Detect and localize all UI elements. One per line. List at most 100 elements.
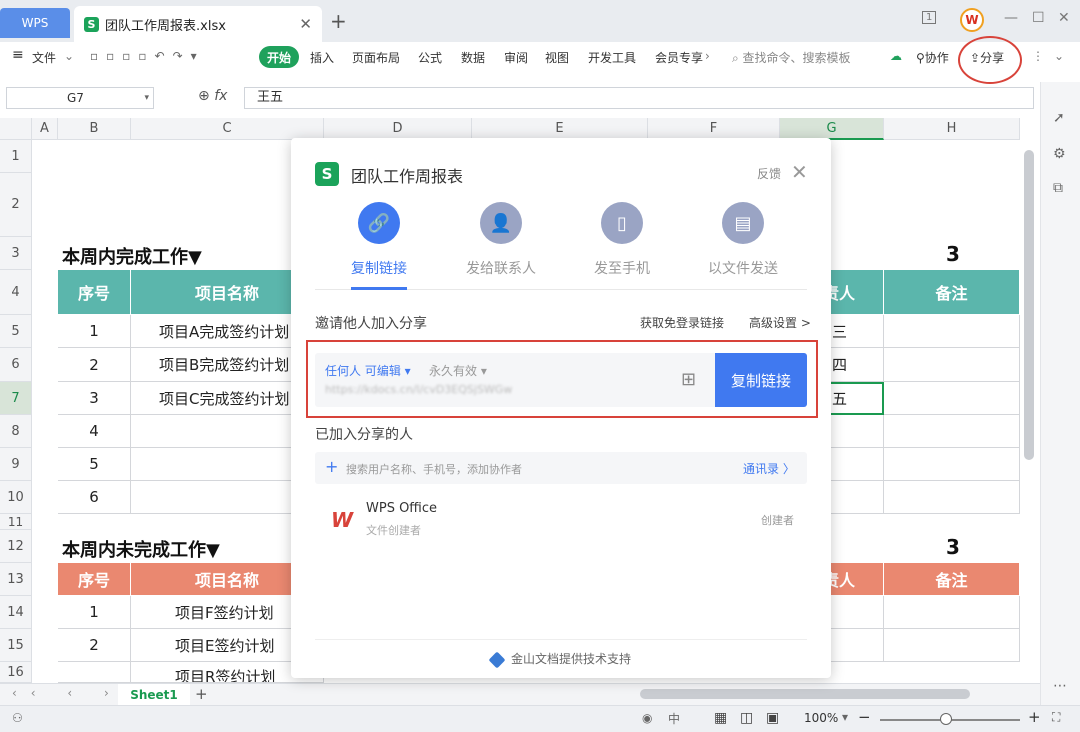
formula-input[interactable]: 王五 — [244, 87, 1034, 109]
quick-access-icons[interactable]: ▫▫▫▫↶↷▾ — [90, 49, 205, 63]
zoom-out-button[interactable]: − — [858, 708, 871, 726]
eye-protect-icon[interactable]: ◉ — [642, 711, 652, 725]
col-header-a[interactable]: A — [32, 118, 58, 140]
row-header[interactable]: 1 — [0, 140, 32, 173]
row-header[interactable]: 3 — [0, 237, 32, 270]
row-header[interactable]: 12 — [0, 530, 32, 563]
fullscreen-icon[interactable]: ⛶ — [1052, 710, 1060, 725]
zoom-slider-handle[interactable] — [940, 713, 952, 725]
row-header[interactable]: 4 — [0, 270, 32, 315]
add-sheet-button[interactable]: + — [195, 685, 208, 703]
tab-formulas[interactable]: 公式 — [418, 49, 442, 66]
row-header[interactable]: 10 — [0, 481, 32, 514]
command-search[interactable]: ⌕ 查找命令、搜索模板 — [732, 49, 851, 66]
share-url[interactable]: https://kdocs.cn/l/cvD3EQSjSWGw — [325, 383, 512, 396]
macro-icon[interactable]: ⚇ — [12, 711, 23, 725]
ribbon-more-icon[interactable]: › — [705, 49, 710, 63]
row-header[interactable]: 15 — [0, 629, 32, 662]
close-tab-icon[interactable]: ✕ — [299, 15, 312, 33]
table-cell[interactable]: 2 — [58, 629, 131, 662]
minimize-button[interactable]: — — [1004, 10, 1018, 26]
input-method-icon[interactable]: 中 — [668, 710, 680, 727]
row-header[interactable]: 14 — [0, 596, 32, 629]
chevron-down-icon[interactable]: ⌄ — [64, 49, 74, 63]
table-cell[interactable]: 5 — [58, 448, 131, 481]
tab-home[interactable]: 开始 — [259, 46, 299, 68]
reading-view-icon[interactable]: ▣ — [766, 710, 779, 726]
chevron-down-icon[interactable]: ▾ — [144, 88, 149, 108]
row-header[interactable]: 9 — [0, 448, 32, 481]
row-header[interactable]: 11 — [0, 514, 32, 530]
tab-view[interactable]: 视图 — [545, 49, 569, 66]
window-close-button[interactable]: ✕ — [1058, 10, 1070, 26]
row-header[interactable]: 13 — [0, 563, 32, 596]
col-header-d[interactable]: D — [324, 118, 472, 140]
col-header-g[interactable]: G — [780, 118, 884, 140]
table-cell[interactable]: 1 — [58, 315, 131, 348]
table-cell[interactable] — [884, 596, 1020, 629]
table-cell[interactable]: 6 — [58, 481, 131, 514]
vertical-scrollbar[interactable] — [1024, 150, 1034, 460]
table-cell[interactable] — [884, 629, 1020, 662]
settings-icon[interactable]: ⚙ — [1053, 146, 1066, 162]
table-cell[interactable] — [884, 315, 1020, 348]
permission-dropdown[interactable]: 任何人 可编辑 ▾ — [325, 362, 411, 379]
share-option-copy-link[interactable]: 🔗 复制链接 — [324, 202, 434, 278]
user-avatar[interactable]: W — [960, 8, 984, 32]
table-cell[interactable] — [884, 382, 1020, 415]
header-seq[interactable]: 序号 — [58, 563, 131, 596]
table-cell[interactable]: 4 — [58, 415, 131, 448]
row-header[interactable]: 6 — [0, 348, 32, 382]
more-icon[interactable]: ⋮ — [1032, 49, 1044, 63]
formula-icons[interactable]: ⊕ fx — [198, 88, 227, 104]
file-tab[interactable]: S 团队工作周报表.xlsx ✕ — [74, 6, 322, 42]
tab-member[interactable]: 会员专享 — [655, 49, 703, 66]
copy-link-button[interactable]: 复制链接 — [715, 353, 807, 407]
collab-button[interactable]: ⚲协作 — [916, 49, 949, 66]
contacts-link[interactable]: 通讯录 〉 — [743, 460, 795, 477]
tab-insert[interactable]: 插入 — [310, 49, 334, 66]
col-header-h[interactable]: H — [884, 118, 1020, 140]
tab-data[interactable]: 数据 — [461, 49, 485, 66]
feedback-link[interactable]: 反馈 — [757, 165, 781, 182]
page-view-icon[interactable]: 1 — [922, 11, 937, 24]
zoom-level[interactable]: 100% — [804, 711, 838, 725]
name-box[interactable]: G7 ▾ — [6, 87, 154, 109]
no-login-link[interactable]: 获取免登录链接 — [640, 314, 724, 331]
col-header-c[interactable]: C — [131, 118, 324, 140]
table-cell[interactable] — [884, 348, 1020, 382]
table-cell[interactable]: 2 — [58, 348, 131, 382]
more-tools-icon[interactable]: ⋯ — [1053, 678, 1067, 694]
validity-dropdown[interactable]: 永久有效 ▾ — [429, 362, 487, 379]
tab-page-layout[interactable]: 页面布局 — [352, 49, 400, 66]
header-note[interactable]: 备注 — [884, 563, 1020, 596]
col-header-e[interactable]: E — [472, 118, 648, 140]
table-cell[interactable] — [58, 662, 131, 683]
row-header[interactable]: 8 — [0, 415, 32, 448]
table-cell[interactable] — [884, 481, 1020, 514]
select-icon[interactable]: ➚ — [1053, 110, 1065, 126]
wps-home-tab[interactable]: WPS — [0, 8, 70, 38]
qr-code-icon[interactable]: ⊞ — [681, 369, 696, 390]
share-option-file[interactable]: ▤ 以文件发送 — [688, 202, 798, 278]
col-header-f[interactable]: F — [648, 118, 780, 140]
horizontal-scrollbar[interactable] — [640, 689, 970, 699]
chevron-down-icon[interactable]: ▾ — [842, 710, 848, 724]
sheet-tab-sheet1[interactable]: Sheet1 — [118, 684, 190, 706]
row-header[interactable]: 5 — [0, 315, 32, 348]
advanced-settings-link[interactable]: 高级设置 > — [749, 314, 811, 331]
table-cell[interactable]: 3 — [58, 382, 131, 415]
table-cell[interactable] — [884, 448, 1020, 481]
new-tab-button[interactable]: + — [330, 9, 347, 33]
row-header[interactable]: 16 — [0, 662, 32, 683]
tab-review[interactable]: 审阅 — [504, 49, 528, 66]
maximize-button[interactable]: ☐ — [1032, 10, 1045, 26]
file-menu[interactable]: 文件 — [32, 49, 56, 66]
share-option-contact[interactable]: 👤 发给联系人 — [446, 202, 556, 278]
close-icon[interactable]: ✕ — [791, 160, 808, 184]
zoom-in-button[interactable]: + — [1028, 708, 1041, 726]
col-header-b[interactable]: B — [58, 118, 131, 140]
table-cell[interactable]: 1 — [58, 596, 131, 629]
collapse-ribbon-icon[interactable]: ⌄ — [1054, 49, 1064, 63]
row-header[interactable]: 2 — [0, 173, 32, 237]
